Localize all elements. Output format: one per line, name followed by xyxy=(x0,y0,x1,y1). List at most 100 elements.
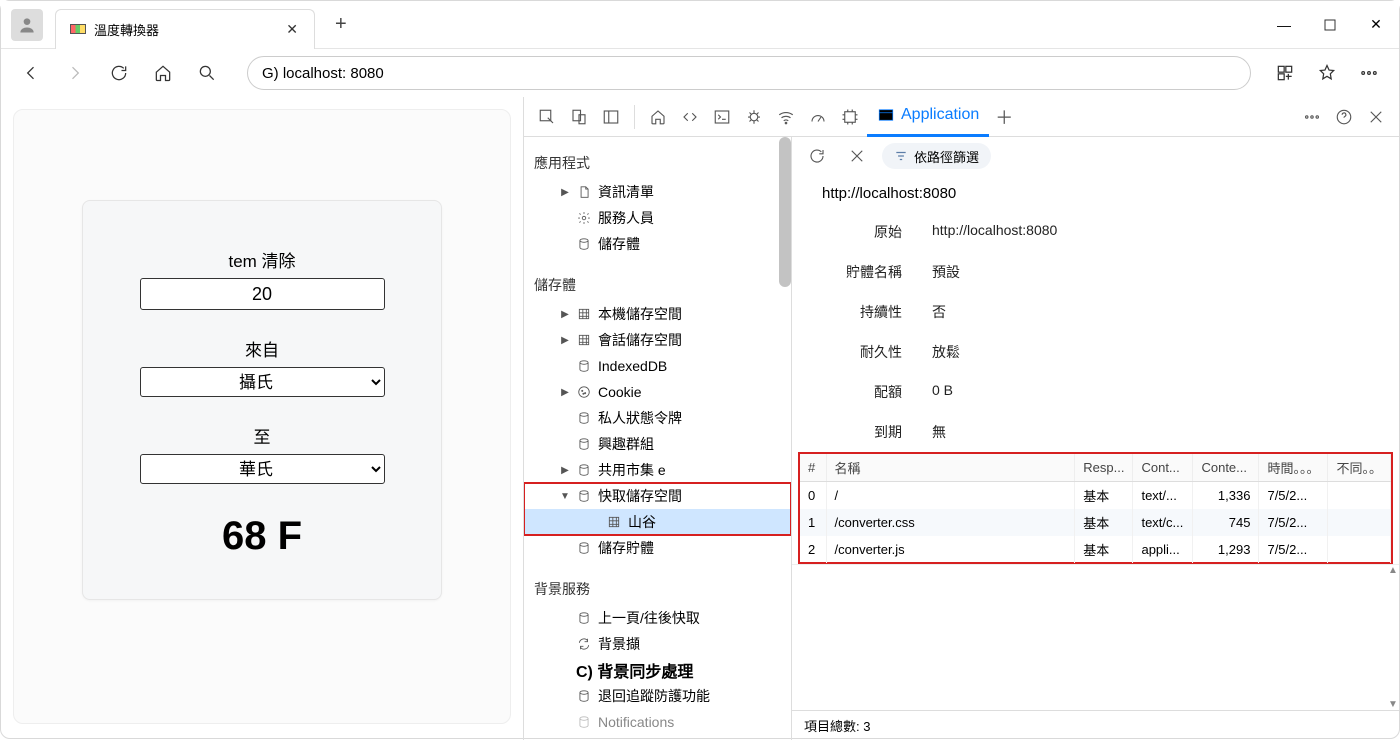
tab-more-button[interactable]: ＋ xyxy=(991,102,1021,132)
unit-to-select[interactable]: 華氏 xyxy=(140,454,385,484)
sidebar-head-app: 應用程式 xyxy=(524,145,791,179)
browser-tab[interactable]: 溫度轉換器 ✕ xyxy=(55,9,315,49)
table-row[interactable]: 1/converter.css基本text/c...7457/5/2... xyxy=(800,509,1391,536)
tab-network[interactable] xyxy=(771,102,801,132)
sidebar-item-sessionstorage[interactable]: ▶會話儲存空間 xyxy=(524,327,791,353)
tab-console[interactable] xyxy=(707,102,737,132)
titlebar: 溫度轉換器 ✕ + — ✕ xyxy=(1,1,1399,49)
reload-icon xyxy=(109,63,129,83)
table-vscroll[interactable]: ▲▼ xyxy=(1387,565,1399,710)
favorite-button[interactable] xyxy=(1307,53,1347,93)
nav-reload-button[interactable] xyxy=(99,53,139,93)
devtools-close-button[interactable] xyxy=(1361,102,1391,132)
window-minimize-button[interactable]: — xyxy=(1261,7,1307,43)
sidebar-item-cache-child[interactable]: 山谷 xyxy=(524,509,791,535)
tab-elements[interactable] xyxy=(675,102,705,132)
sidebar-item-storage-top[interactable]: 儲存體 xyxy=(524,231,791,257)
separator xyxy=(634,105,635,129)
th-cl[interactable]: Conte... xyxy=(1193,454,1259,482)
db-icon xyxy=(577,611,591,625)
db-icon xyxy=(577,489,591,503)
sidebar-highlight-box: ▼快取儲存空間 山谷 xyxy=(524,483,791,535)
temperature-input[interactable] xyxy=(140,278,385,310)
cache-filter-pill[interactable]: 依路徑篩選 xyxy=(882,143,991,169)
nav-back-button[interactable] xyxy=(11,53,51,93)
tab-sources[interactable] xyxy=(739,102,769,132)
browser-profile-button[interactable] xyxy=(11,9,43,41)
result-display: 68 F xyxy=(222,514,302,559)
sidebar-item-bfcache[interactable]: 上一頁/往後快取 xyxy=(524,605,791,631)
app-icon xyxy=(877,106,895,124)
cache-toolbar: 依路徑篩選 xyxy=(792,137,1399,175)
tab-welcome[interactable] xyxy=(643,102,673,132)
unit-from-select[interactable]: 攝氏 xyxy=(140,367,385,397)
sidebar-item-storage-buckets[interactable]: 儲存貯體 xyxy=(524,535,791,561)
tab-application[interactable]: Application xyxy=(867,97,989,137)
sidebar-item-bounce[interactable]: 退回追蹤防護功能 xyxy=(524,683,791,709)
back-icon xyxy=(21,63,41,83)
th-ct[interactable]: Cont... xyxy=(1133,454,1193,482)
sidebar-item-bgfetch[interactable]: 背景擷 xyxy=(524,631,791,657)
inspect-button[interactable] xyxy=(532,102,562,132)
cache-refresh-button[interactable] xyxy=(802,141,832,171)
window-maximize-button[interactable] xyxy=(1307,7,1353,43)
sidebar-item-indexeddb[interactable]: IndexedDB xyxy=(524,353,791,379)
sidebar-scrolltrack[interactable] xyxy=(779,137,791,740)
new-tab-button[interactable]: + xyxy=(327,9,355,40)
grid-icon xyxy=(607,515,621,529)
nav-home-button[interactable] xyxy=(143,53,183,93)
sidebar-item-sw[interactable]: 服務人員 xyxy=(524,205,791,231)
dock-button[interactable] xyxy=(596,102,626,132)
table-row[interactable]: 0/基本text/...1,3367/5/2... xyxy=(800,482,1391,510)
th-time[interactable]: 時間。。。 xyxy=(1259,454,1328,482)
sidebar-head-storage: 儲存體 xyxy=(524,267,791,301)
cache-clear-button[interactable] xyxy=(842,141,872,171)
db-icon xyxy=(577,437,591,451)
db-icon xyxy=(577,715,591,729)
devtools: Application ＋ 應用程式 ▶資訊清單 服務人員 儲存體 儲存體 ▶本… xyxy=(523,97,1399,740)
sidebar-item-cache[interactable]: ▼快取儲存空間 xyxy=(524,483,791,509)
menu-button[interactable] xyxy=(1349,53,1389,93)
cache-table-wrap: # 名稱 Resp... Cont... Conte... 時間。。。 不同。。… xyxy=(798,452,1393,564)
sidebar-item-cookie[interactable]: ▶Cookie xyxy=(524,379,791,405)
sidebar-item-manifest[interactable]: ▶資訊清單 xyxy=(524,179,791,205)
extensions-button[interactable] xyxy=(1265,53,1305,93)
cache-status-bar: 項目總數: 3 xyxy=(792,710,1399,740)
tab-performance[interactable] xyxy=(803,102,833,132)
page-card: tem 清除 來自 攝氏 至 華氏 68 F xyxy=(13,109,511,724)
th-idx[interactable]: # xyxy=(800,454,826,482)
sidebar-item-shared[interactable]: ▶共用市集 e xyxy=(524,457,791,483)
tab-memory[interactable] xyxy=(835,102,865,132)
sidebar-item-localstorage[interactable]: ▶本機儲存空間 xyxy=(524,301,791,327)
tab-close-icon[interactable]: ✕ xyxy=(284,19,300,40)
sidebar-scrollthumb[interactable] xyxy=(779,137,791,287)
sidebar-item-bgsync[interactable]: C) 背景同步處理 xyxy=(524,657,791,683)
table-blank-area: ▲▼ xyxy=(792,564,1399,710)
kv-durability: 耐久性放鬆 xyxy=(792,332,1399,372)
gear-icon xyxy=(577,211,591,225)
address-bar[interactable]: G) localhost: 8080 xyxy=(247,56,1251,90)
address-text: G) localhost: 8080 xyxy=(262,65,384,82)
devtools-help-button[interactable] xyxy=(1329,102,1359,132)
devtools-settings-button[interactable] xyxy=(1297,102,1327,132)
converter-card: tem 清除 來自 攝氏 至 華氏 68 F xyxy=(82,200,442,600)
nav-forward-button[interactable] xyxy=(55,53,95,93)
th-vary[interactable]: 不同。。 xyxy=(1328,454,1391,482)
th-name[interactable]: 名稱 xyxy=(826,454,1075,482)
th-resp[interactable]: Resp... xyxy=(1075,454,1133,482)
help-icon xyxy=(1335,108,1353,126)
grid-icon xyxy=(577,307,591,321)
nav-search-button[interactable] xyxy=(187,53,227,93)
close-icon xyxy=(848,147,866,165)
sidebar-item-pst[interactable]: 私人狀態令牌 xyxy=(524,405,791,431)
table-row[interactable]: 2/converter.js基本appli...1,2937/5/2... xyxy=(800,536,1391,563)
sidebar-item-ig[interactable]: 興趣群組 xyxy=(524,431,791,457)
device-toggle-button[interactable] xyxy=(564,102,594,132)
mem-icon xyxy=(841,108,859,126)
device-icon xyxy=(570,108,588,126)
inspect-icon xyxy=(538,108,556,126)
cache-table[interactable]: # 名稱 Resp... Cont... Conte... 時間。。。 不同。。… xyxy=(800,454,1391,563)
cache-title-url: http://localhost:8080 xyxy=(792,175,1399,212)
window-close-button[interactable]: ✕ xyxy=(1353,7,1399,43)
sidebar-item-notif[interactable]: Notifications xyxy=(524,709,791,735)
